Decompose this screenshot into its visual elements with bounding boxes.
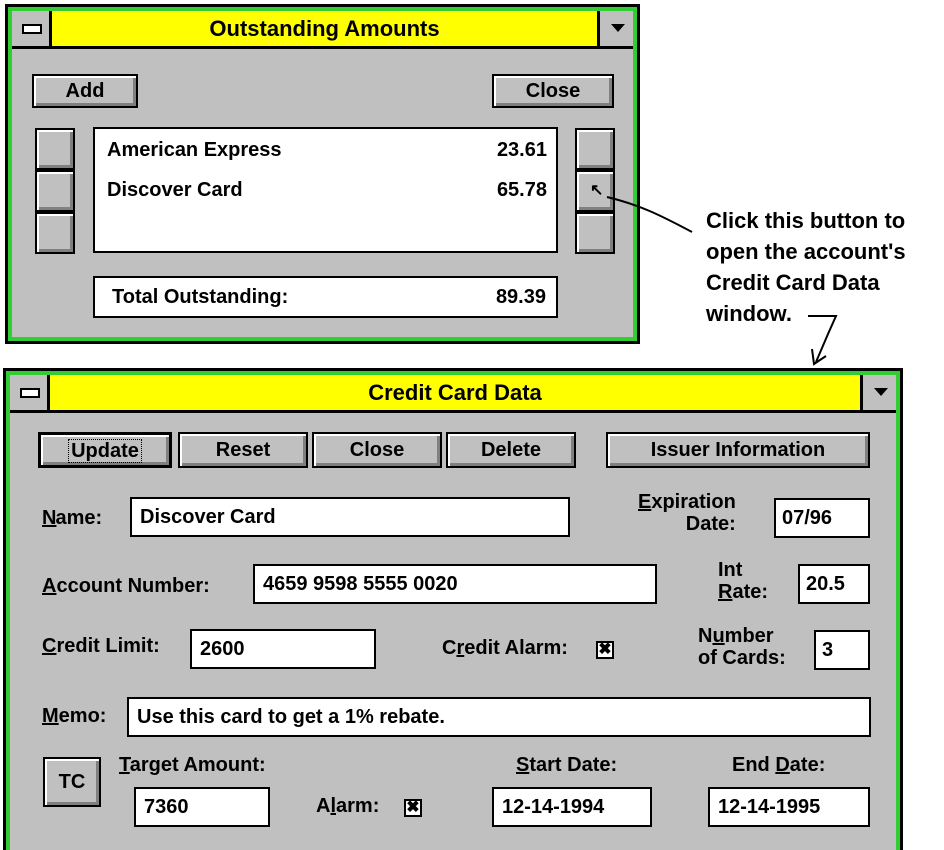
int-rate-field[interactable]: 20.5	[798, 564, 870, 604]
expiration-label: Expiration Date:	[638, 491, 736, 535]
pointer-line	[606, 196, 693, 233]
number-of-cards-field[interactable]: 3	[814, 630, 870, 670]
issuer-information-button[interactable]: Issuer Information	[606, 432, 870, 468]
delete-button[interactable]: Delete	[446, 432, 576, 468]
int-rate-label-line1: Int	[718, 559, 743, 581]
title-bar[interactable]: Credit Card Data	[10, 375, 896, 413]
target-amount-field[interactable]: 7360	[134, 787, 270, 827]
start-date-label: Start Date:	[516, 754, 618, 776]
memo-field[interactable]: Use this card to get a 1% rebate.	[127, 697, 871, 737]
number-of-cards-label-line2: of Cards:	[698, 647, 786, 669]
memo-label: Memo:	[42, 705, 107, 727]
close-button[interactable]: Close	[312, 432, 442, 468]
credit-limit-label: Credit Limit:	[42, 635, 160, 657]
expiration-date-field[interactable]: 07/96	[774, 498, 870, 538]
expiration-label-line1: Expiration	[638, 491, 736, 513]
number-of-cards-label: Number of Cards:	[698, 625, 786, 669]
end-date-label: End Date:	[732, 754, 826, 776]
target-amount-label: Target Amount:	[119, 754, 266, 776]
update-label: Update	[68, 439, 142, 463]
update-button[interactable]: Update	[38, 432, 172, 468]
int-rate-label: Int Rate:	[718, 559, 768, 603]
reset-button[interactable]: Reset	[178, 432, 308, 468]
system-menu-button[interactable]	[10, 375, 50, 410]
alarm-label: Alarm:	[316, 795, 380, 817]
credit-card-data-window: Credit Card Data Update Reset Close Dele…	[3, 368, 903, 850]
end-date-field[interactable]: 12-14-1995	[708, 787, 870, 827]
start-date-field[interactable]: 12-14-1994	[492, 787, 652, 827]
name-field[interactable]: Discover Card	[130, 497, 570, 537]
name-label-text: ame:	[55, 507, 103, 529]
minimize-button[interactable]	[860, 375, 896, 410]
alarm-checkbox[interactable]: ✖	[404, 799, 422, 817]
system-menu-icon	[20, 388, 40, 398]
credit-limit-field[interactable]: 2600	[190, 629, 376, 669]
credit-alarm-checkbox[interactable]: ✖	[596, 641, 614, 659]
chevron-down-icon	[874, 388, 888, 396]
credit-alarm-label: Credit Alarm:	[442, 637, 568, 659]
int-rate-label-line2: Rate:	[718, 581, 769, 603]
account-number-label: Account Number:	[42, 575, 210, 597]
expiration-label-line2: Date:	[685, 513, 736, 535]
number-of-cards-label-line1: Number	[698, 625, 774, 647]
name-label: Name:	[42, 507, 103, 529]
tc-button[interactable]: TC	[43, 757, 101, 807]
account-number-field[interactable]: 4659 9598 5555 0020	[253, 564, 657, 604]
window-title: Credit Card Data	[368, 380, 542, 405]
